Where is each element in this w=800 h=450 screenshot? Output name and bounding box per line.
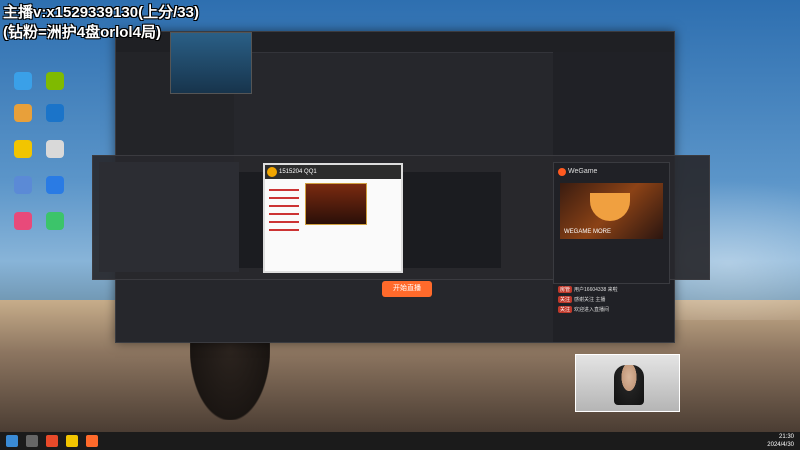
wegame-logo-icon bbox=[558, 168, 566, 176]
taskbar-app-icon[interactable] bbox=[86, 435, 98, 447]
chat-message: 关注 欢迎进入直播间 bbox=[558, 306, 668, 314]
app-icon-3[interactable] bbox=[8, 104, 38, 122]
chat-list: 房管 用户16604338 来啦 关注 感谢关注 主播 关注 欢迎进入直播间 bbox=[558, 286, 668, 336]
app-icon-9[interactable] bbox=[8, 212, 38, 230]
wegame-title: WeGame bbox=[568, 168, 598, 175]
stream-overlay-text: 主播v:x1529339130(上分/33) (钻粉=洲护4盘orlol4局) bbox=[3, 3, 303, 43]
window-thumbnail[interactable]: 1515204 QQ1 bbox=[263, 163, 403, 273]
list-line bbox=[269, 221, 299, 223]
wegame-banner[interactable]: WEGAME MORE bbox=[560, 183, 663, 239]
taskbar-app-icon[interactable] bbox=[66, 435, 78, 447]
app-glyph-icon bbox=[46, 104, 64, 122]
promo-image bbox=[305, 183, 367, 225]
list-line bbox=[269, 197, 299, 199]
taskbar-app-icon[interactable] bbox=[46, 435, 58, 447]
start-stream-button[interactable]: 开始直播 bbox=[382, 281, 432, 297]
chat-message: 关注 感谢关注 主播 bbox=[558, 296, 668, 304]
app-glyph-icon bbox=[14, 212, 32, 230]
overlay-line-2: (钻粉=洲护4盘orlol4局) bbox=[3, 24, 161, 41]
app-glyph-icon bbox=[46, 176, 64, 194]
wegame-header: WeGame bbox=[554, 163, 669, 181]
app-glyph-icon bbox=[14, 104, 32, 122]
search-icon[interactable] bbox=[26, 435, 38, 447]
app-icon-4[interactable] bbox=[40, 104, 70, 122]
app-icon-6[interactable] bbox=[40, 140, 70, 158]
chat-message: 房管 用户16604338 来啦 bbox=[558, 286, 668, 294]
app-glyph-icon bbox=[46, 72, 64, 90]
chat-text: 感谢关注 主播 bbox=[574, 297, 606, 303]
chat-text: 欢迎进入直播间 bbox=[574, 307, 610, 313]
thumbnail-body bbox=[269, 183, 395, 267]
app-icon-2[interactable] bbox=[40, 72, 70, 90]
start-icon[interactable] bbox=[6, 435, 18, 447]
list-line bbox=[269, 205, 299, 207]
chat-badge: 关注 bbox=[558, 296, 573, 303]
chat-text: 用户16604338 来啦 bbox=[574, 287, 618, 293]
app-glyph-icon bbox=[14, 140, 32, 158]
webcam-overlay bbox=[575, 354, 680, 412]
list-line bbox=[269, 213, 299, 215]
thumbnail-title: 1515204 QQ1 bbox=[279, 169, 317, 175]
app-icon-1[interactable] bbox=[8, 72, 38, 90]
preview-left-pane bbox=[99, 162, 239, 272]
chat-badge: 房管 bbox=[558, 286, 573, 293]
overlay-line-1: 主播v:x1529339130(上分/33) bbox=[3, 4, 199, 21]
wegame-mark-icon bbox=[590, 193, 630, 221]
app-glyph-icon bbox=[46, 212, 64, 230]
app-logo-icon bbox=[267, 167, 277, 177]
streamer-video bbox=[614, 365, 644, 405]
app-icon-10[interactable] bbox=[40, 212, 70, 230]
list-line bbox=[269, 189, 299, 191]
chat-badge: 关注 bbox=[558, 306, 573, 313]
app-glyph-icon bbox=[14, 72, 32, 90]
list-line bbox=[269, 229, 299, 231]
app-icon-5[interactable] bbox=[8, 140, 38, 158]
app-icon-7[interactable] bbox=[8, 176, 38, 194]
thumbnail-header: 1515204 QQ1 bbox=[265, 165, 401, 179]
app-icon-8[interactable] bbox=[40, 176, 70, 194]
system-clock[interactable]: 21:30 2024/4/30 bbox=[767, 433, 794, 449]
taskbar: 21:30 2024/4/30 bbox=[0, 432, 800, 450]
wegame-window[interactable]: WeGame WEGAME MORE bbox=[553, 162, 670, 284]
wegame-logo-text: WEGAME MORE bbox=[564, 229, 612, 235]
clock-date: 2024/4/30 bbox=[767, 442, 794, 448]
app-glyph-icon bbox=[14, 176, 32, 194]
clock-time: 21:30 bbox=[778, 434, 794, 440]
app-glyph-icon bbox=[46, 140, 64, 158]
